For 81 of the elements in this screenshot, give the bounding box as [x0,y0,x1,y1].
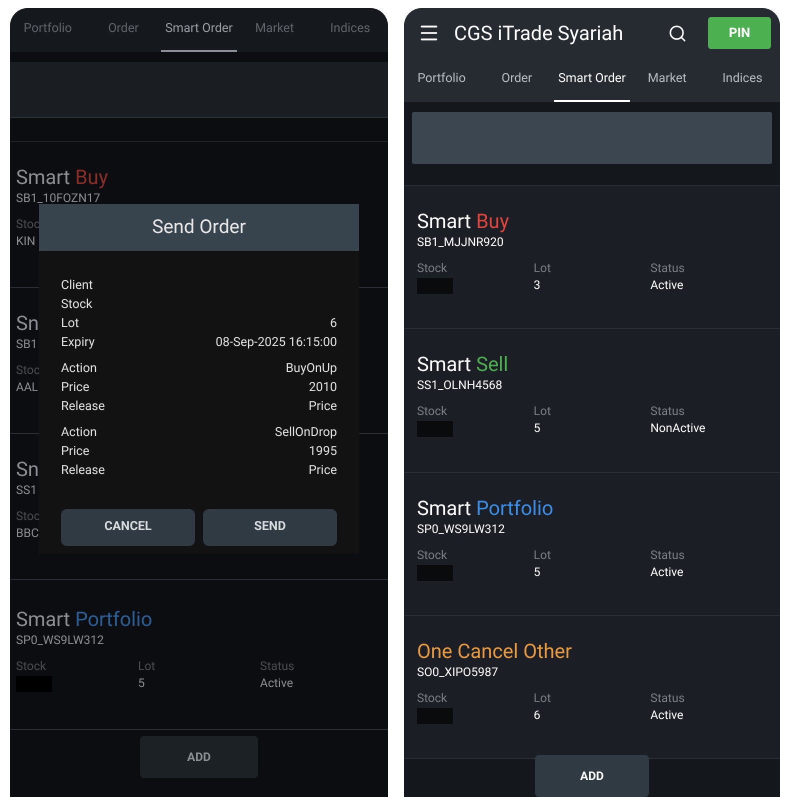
card-title: Sn [16,310,39,336]
detail-label: Release [61,462,105,480]
field-value: Active [650,564,684,581]
detail-value: SellOnDrop [274,424,337,442]
field-value: NonActive [650,420,706,438]
field-label: Stock [417,403,448,420]
add-button[interactable]: ADD [535,755,649,797]
field-label: Stoc [16,216,40,232]
order-card[interactable]: Smart Sell SS1_OLNH4568 Stock Lot 5 Status NonActive [404,329,780,473]
field-value: KIN [16,233,36,250]
tab[interactable]: Order [479,58,554,102]
detail-label: Lot [61,315,79,334]
tab[interactable]: Market [630,58,705,102]
search-icon[interactable] [668,24,687,43]
field-value: 5 [534,564,540,581]
order-id: SB1_10FOZN17 [16,190,100,206]
tab[interactable]: Smart Order [161,8,237,52]
field-label: Status [650,690,685,706]
detail-label: Expiry [61,334,95,352]
order-id: SB1 [16,336,38,352]
card-title: One Cancel Other [417,638,572,664]
order-card[interactable]: One Cancel Other SO0_XIPO5987 Stock Lot 6 Status Active [404,616,780,759]
card-title: Smart Portfolio [417,494,554,521]
app-title: CGS iTrade Syariah [454,20,624,48]
dialog-title: Send Order [39,204,359,251]
dialog-button[interactable]: CANCEL [61,509,195,546]
field-value: Active [650,277,684,294]
field-label: Lot [534,546,551,563]
dialog-button[interactable]: SEND [203,509,337,546]
field-label: Lot [534,403,551,420]
field-label: Stock [417,546,448,563]
order-id: SS1_OLNH4568 [417,377,502,394]
tab[interactable]: Indices [704,58,780,102]
detail-label: Price [61,379,90,398]
detail-label: Release [61,398,105,416]
field-value: 5 [534,420,540,438]
field-label: Status [650,546,685,563]
detail-value: 08-Sep-2025 16:15:00 [216,334,337,352]
card-title: Smart Portfolio [16,606,152,632]
detail-value: BuyOnUp [286,360,337,378]
order-card[interactable]: Smart Portfolio SP0_WS9LW312 Stock Lot 5 Status Active [404,472,780,616]
order-id: SO0_XIPO5987 [417,664,498,680]
field-value: Active [260,675,294,692]
field-label: Status [650,260,685,276]
tab[interactable]: Smart Order [554,58,630,102]
field-label: Status [650,403,685,420]
add-button[interactable]: ADD [140,736,258,778]
detail-label: Stock [61,296,92,314]
field-label: Stock [16,658,46,674]
field-label: Stoc [16,508,40,524]
field-label: Stock [417,690,448,706]
field-value: AAL [16,379,38,396]
detail-value: 2010 [308,379,337,398]
detail-value: 1995 [308,443,337,462]
field-value: 5 [138,675,145,692]
field-value: BBC [16,525,39,542]
tab[interactable]: Portfolio [404,58,480,102]
order-id: SP0_WS9LW312 [417,520,505,537]
field-value: Active [650,706,684,724]
field-value: 6 [534,706,540,724]
field-label: Lot [534,690,551,706]
order-id: SB1_MJJNR920 [417,234,504,250]
card-title: Smart Buy [16,164,108,190]
field-label: Lot [138,658,156,674]
field-label: Lot [534,260,551,276]
detail-label: Action [61,424,97,442]
card-title: Smart Sell [417,351,508,378]
detail-value: Price [308,398,337,416]
detail-label: Price [61,443,90,462]
order-card[interactable]: Smart Buy SB1_MJJNR920 Stock Lot 3 Status Active [404,186,780,330]
field-label: Stoc [16,362,40,378]
detail-label: Action [61,360,97,378]
field-label: Status [260,658,294,674]
card-title: Smart Buy [417,208,510,234]
order-id: SP0_WS9LW312 [16,632,104,648]
card-title: Sn [16,456,39,482]
order-id: SS1 [16,482,37,498]
field-label: Stock [417,260,448,276]
detail-value: 6 [330,315,337,334]
field-value: 3 [534,277,540,294]
detail-value: Price [308,462,337,480]
